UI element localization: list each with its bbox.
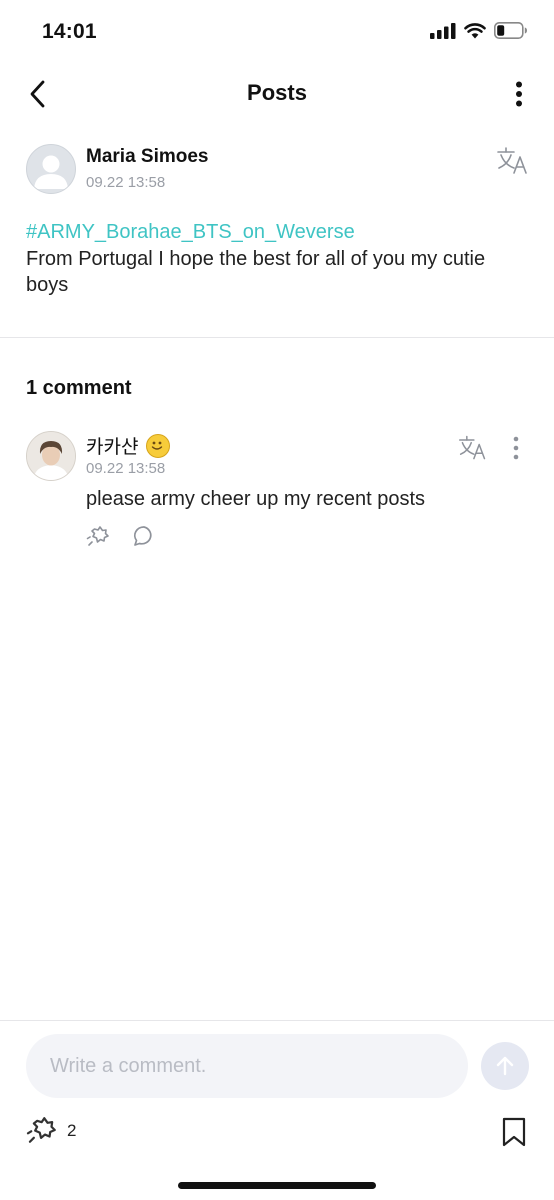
wifi-icon: [464, 22, 486, 38]
status-time: 14:01: [42, 20, 97, 43]
bookmark-button[interactable]: [500, 1116, 528, 1148]
reply-bubble-icon: [133, 526, 152, 546]
translate-icon: [497, 147, 527, 174]
translate-post-button[interactable]: [496, 146, 530, 176]
send-arrow-icon: [496, 1056, 514, 1076]
send-button[interactable]: [481, 1042, 529, 1090]
post-cheer-button[interactable]: [26, 1114, 60, 1146]
translate-comment-button[interactable]: [458, 434, 488, 462]
commenter-name: 카카샨: [86, 437, 139, 458]
bottom-bar-divider: [0, 1020, 554, 1021]
post-hashtag[interactable]: #ARMY_Borahae_BTS_on_Weverse: [26, 221, 355, 244]
translate-icon: [459, 435, 486, 460]
default-avatar-icon: [34, 155, 68, 189]
cheer-count: 2: [67, 1121, 77, 1140]
more-vertical-icon: [513, 436, 519, 460]
author-avatar[interactable]: [26, 144, 76, 194]
post-body: From Portugal I hope the best for all of…: [26, 248, 486, 296]
commenter-avatar[interactable]: [26, 431, 76, 481]
more-vertical-icon: [516, 81, 522, 107]
bookmark-icon: [502, 1117, 526, 1147]
cheer-icon: [26, 1117, 56, 1143]
cheer-icon: [86, 526, 109, 546]
battery-icon: [494, 22, 527, 39]
comment-count: 1 comment: [26, 377, 132, 399]
comment-input[interactable]: [26, 1034, 468, 1098]
author-name[interactable]: Maria Simoes: [86, 146, 209, 168]
comment-timestamp: 09.22 13:58: [86, 460, 166, 477]
signal-icon: [430, 22, 456, 39]
comment-text: please army cheer up my recent posts: [86, 488, 426, 510]
post-timestamp: 09.22 13:58: [86, 174, 166, 191]
page-title: Posts: [247, 80, 307, 105]
section-divider: [0, 337, 554, 338]
status-icons: [430, 22, 528, 39]
home-indicator[interactable]: [178, 1182, 376, 1189]
smile-emoji-icon: [146, 433, 171, 458]
more-options-button[interactable]: [504, 78, 534, 110]
commenter-name-row[interactable]: 카카샨: [86, 432, 171, 459]
comment-cheer-button[interactable]: [86, 524, 112, 548]
comment-reply-button[interactable]: [132, 524, 156, 548]
profile-photo: [27, 432, 75, 480]
comment-more-button[interactable]: [506, 434, 526, 462]
